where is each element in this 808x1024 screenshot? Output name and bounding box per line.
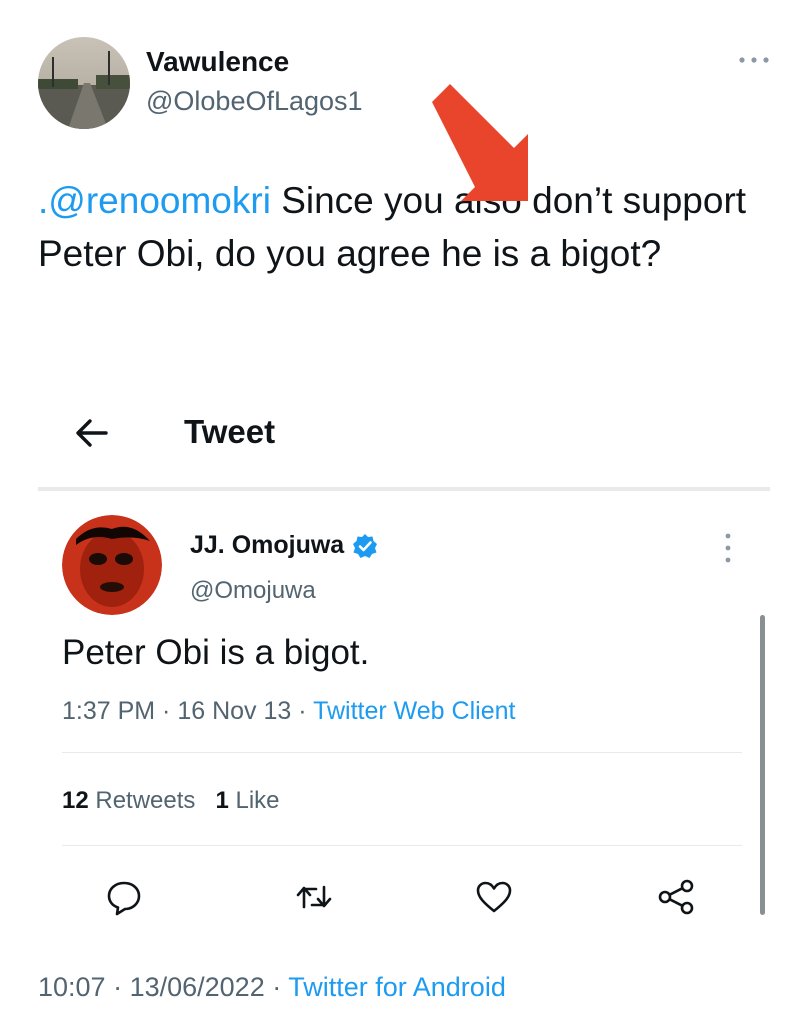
meta-separator: · [105,972,130,1002]
verified-badge-icon [352,533,378,559]
retweets-stat[interactable]: 12 Retweets [62,787,195,814]
meta-separator: · [155,697,178,725]
tweet-date[interactable]: 13/06/2022 [130,972,265,1002]
embedded-author-handle[interactable]: @Omojuwa [190,577,316,605]
meta-separator: · [264,972,289,1002]
embedded-author-name[interactable]: JJ. Omojuwa [190,531,378,560]
arrow-left-icon[interactable] [74,415,110,451]
embedded-date: 16 Nov 13 [177,697,292,725]
author-name[interactable]: Vawulence [146,46,289,78]
scrollbar[interactable] [760,615,765,915]
likes-count: 1 [215,787,229,814]
embedded-tweet-text: Peter Obi is a bigot. [62,633,370,672]
tweet-time[interactable]: 10:07 [38,972,106,1002]
more-vertical-icon[interactable] [720,531,736,565]
embedded-tweet-meta: 1:37 PM · 16 Nov 13 · Twitter Web Client [62,697,515,726]
meta-separator: · [291,697,314,725]
retweets-count: 12 [62,787,89,814]
tweet-meta: 10:07 · 13/06/2022 · Twitter for Android [38,972,506,1003]
retweet-icon[interactable] [294,877,334,917]
embedded-engagement-stats: 12 Retweets 1 Like [62,787,280,815]
embedded-tweet-screenshot[interactable]: Tweet JJ. Omojuwa @Omojuwa Peter Obi is … [38,395,770,935]
share-icon[interactable] [656,877,696,917]
likes-stat[interactable]: 1 Like [215,787,279,814]
divider [62,845,742,846]
red-arrow-icon [428,80,538,205]
mention-link[interactable]: .@renoomokri [38,180,271,221]
heart-icon[interactable] [474,877,514,917]
embedded-author-name-text[interactable]: JJ. Omojuwa [190,531,344,560]
retweets-label: Retweets [88,787,196,814]
embedded-header-title: Tweet [184,413,276,450]
author-handle[interactable]: @OlobeOfLagos1 [146,86,363,117]
divider [62,752,742,753]
tweet-client-link[interactable]: Twitter for Android [288,972,506,1002]
author-avatar[interactable] [38,37,130,129]
reply-icon[interactable] [104,877,144,917]
embedded-time: 1:37 PM [62,697,156,725]
embedded-author-avatar[interactable] [62,515,162,615]
tweet-text: .@renoomokri Since you also don’t suppor… [38,174,768,280]
embedded-client-link[interactable]: Twitter Web Client [313,697,515,725]
more-options-icon[interactable] [736,48,772,72]
likes-label: Like [228,787,280,814]
embedded-header-divider [38,487,770,491]
